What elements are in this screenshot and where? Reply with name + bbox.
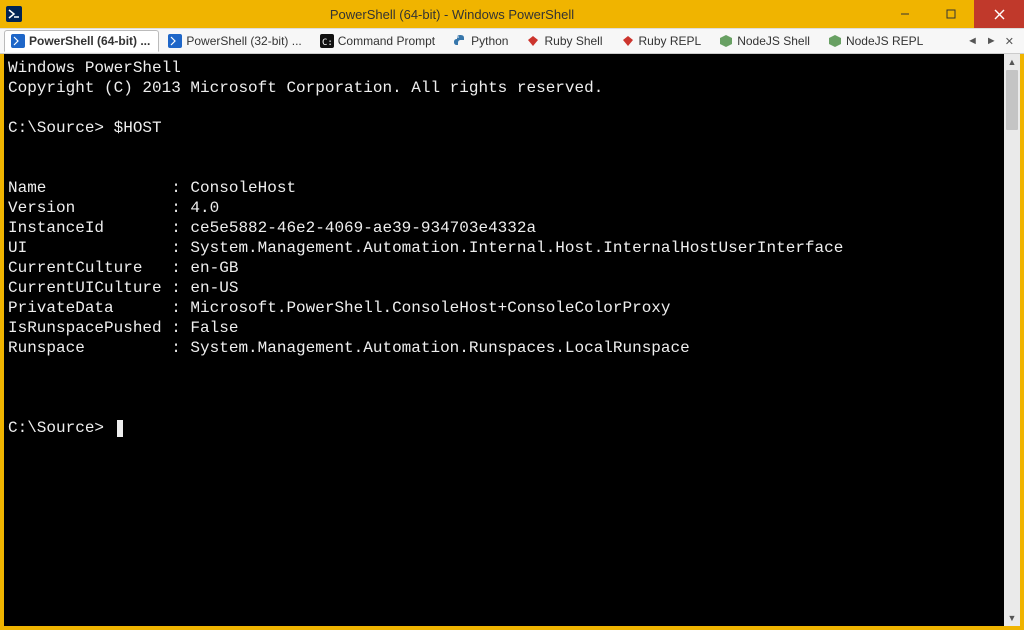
tab-close-icon[interactable]: ✕ — [1005, 35, 1014, 48]
close-button[interactable] — [974, 0, 1024, 28]
app-icon — [6, 6, 22, 22]
tab-command-prompt[interactable]: C: Command Prompt — [313, 30, 444, 52]
scroll-track[interactable] — [1004, 70, 1020, 610]
ruby-icon — [526, 34, 540, 48]
tab-ruby-shell[interactable]: Ruby Shell — [519, 30, 611, 52]
tab-powershell-32-bit[interactable]: PowerShell (32-bit) ... — [161, 30, 310, 52]
tab-label: Ruby REPL — [639, 34, 702, 48]
tab-label: NodeJS REPL — [846, 34, 923, 48]
tab-label: PowerShell (32-bit) ... — [186, 34, 301, 48]
tab-label: PowerShell (64-bit) ... — [29, 34, 150, 48]
ps-blue-icon — [11, 34, 25, 48]
scroll-down-icon[interactable]: ▼ — [1004, 610, 1020, 626]
tab-label: Ruby Shell — [544, 34, 602, 48]
py-icon — [453, 34, 467, 48]
window-titlebar: PowerShell (64-bit) - Windows PowerShell — [0, 0, 1024, 28]
node-icon — [719, 34, 733, 48]
tab-label: Python — [471, 34, 508, 48]
node-icon — [828, 34, 842, 48]
scroll-thumb[interactable] — [1006, 70, 1018, 130]
tab-powershell-64-bit[interactable]: PowerShell (64-bit) ... — [4, 30, 159, 52]
tab-label: Command Prompt — [338, 34, 435, 48]
tab-nav-right-icon[interactable]: ► — [986, 35, 997, 47]
tab-nodejs-repl[interactable]: NodeJS REPL — [821, 30, 932, 52]
ruby-icon — [621, 34, 635, 48]
scroll-up-icon[interactable]: ▲ — [1004, 54, 1020, 70]
tab-ruby-repl[interactable]: Ruby REPL — [614, 30, 711, 52]
ps-blue-icon — [168, 34, 182, 48]
maximize-button[interactable] — [928, 0, 974, 28]
tab-nav-left-icon[interactable]: ◄ — [967, 35, 978, 47]
tab-strip: PowerShell (64-bit) ... PowerShell (32-bi… — [0, 28, 1024, 54]
tab-python[interactable]: Python — [446, 30, 517, 52]
vertical-scrollbar[interactable]: ▲ ▼ — [1004, 54, 1020, 626]
window-title: PowerShell (64-bit) - Windows PowerShell — [22, 7, 882, 22]
svg-text:C:: C: — [322, 38, 333, 48]
cmd-icon: C: — [320, 34, 334, 48]
prompt-line[interactable]: C:\Source> — [8, 419, 123, 437]
tab-label: NodeJS Shell — [737, 34, 810, 48]
prompt: C:\Source> — [8, 419, 104, 437]
text-cursor — [117, 420, 123, 437]
terminal-output[interactable]: Windows PowerShell Copyright (C) 2013 Mi… — [4, 54, 1004, 626]
tab-nodejs-shell[interactable]: NodeJS Shell — [712, 30, 819, 52]
minimize-button[interactable] — [882, 0, 928, 28]
